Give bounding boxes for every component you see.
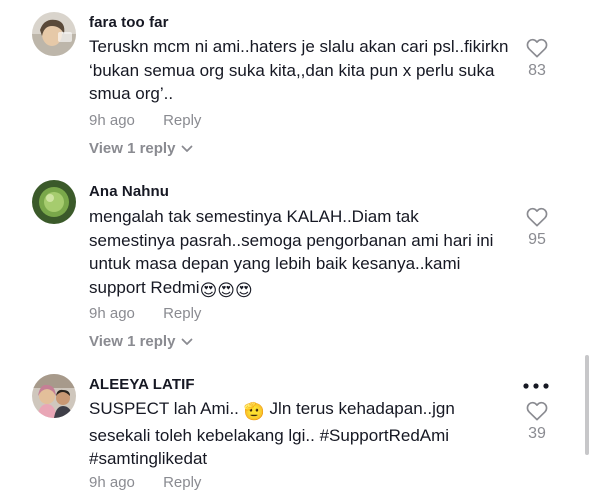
view-replies-label: View 1 reply: [89, 140, 176, 157]
reply-button[interactable]: Reply: [163, 305, 201, 322]
like-button[interactable]: 83: [520, 38, 554, 80]
like-count: 83: [528, 62, 546, 79]
comment-text: Teruskn mcm ni ami..haters je slalu akan…: [89, 37, 509, 103]
heart-outline-icon: [526, 207, 548, 227]
comment-text-body: mengalah tak semestinya KALAH..Diam tak …: [89, 207, 494, 297]
avatar[interactable]: [32, 12, 76, 56]
like-count: 95: [528, 231, 546, 248]
comment-text-body: SUSPECT lah Ami..: [89, 399, 239, 418]
comment-time: 9h ago: [89, 474, 135, 491]
view-replies-label: View 1 reply: [89, 333, 176, 350]
like-count: 39: [528, 425, 546, 442]
view-replies-button[interactable]: View 1 reply: [89, 333, 193, 350]
heart-outline-icon: [526, 401, 548, 421]
scrollbar[interactable]: [585, 355, 589, 455]
avatar[interactable]: [32, 374, 76, 418]
comment-text: SUSPECT lah Ami.. 🫡 Jln terus kehadapan.…: [89, 397, 509, 471]
like-button[interactable]: 39: [520, 401, 554, 443]
heart-outline-icon: [526, 38, 548, 58]
heart-eyes-emoji: 😍😍😍: [199, 280, 253, 300]
view-replies-button[interactable]: View 1 reply: [89, 140, 193, 157]
comment-username[interactable]: ALEEYA LATIF: [89, 376, 195, 393]
comment-text: mengalah tak semestinya KALAH..Diam tak …: [89, 205, 509, 302]
like-button[interactable]: 95: [520, 207, 554, 249]
chevron-down-icon: [182, 338, 193, 345]
comment-meta: 9h ago Reply: [89, 305, 201, 322]
reply-button[interactable]: Reply: [163, 112, 201, 129]
comment-username[interactable]: fara too far: [89, 14, 169, 31]
comment-meta: 9h ago Reply: [89, 474, 201, 491]
chevron-down-icon: [182, 145, 193, 152]
comment-meta: 9h ago Reply: [89, 112, 201, 129]
comment-time: 9h ago: [89, 305, 135, 322]
comment-time: 9h ago: [89, 112, 135, 129]
saluting-face-emoji: 🫡: [243, 402, 265, 421]
reply-button[interactable]: Reply: [163, 474, 201, 491]
comment-username[interactable]: Ana Nahnu: [89, 183, 169, 200]
avatar[interactable]: [32, 180, 76, 224]
more-dots-icon[interactable]: [522, 382, 550, 390]
